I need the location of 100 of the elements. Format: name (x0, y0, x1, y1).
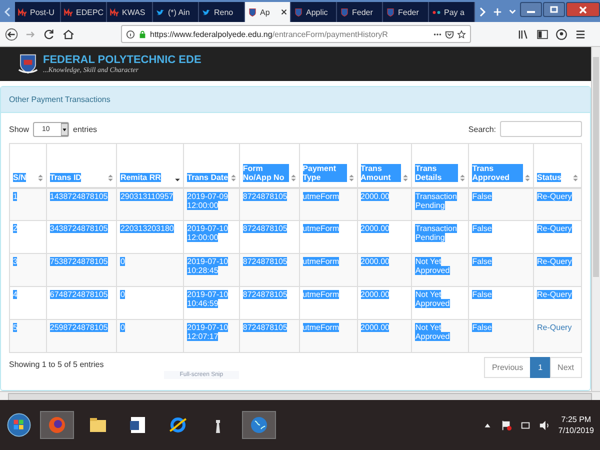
browser-tab[interactable]: Feder (337, 2, 383, 22)
column-header[interactable]: Payment Type (299, 144, 358, 188)
column-header[interactable]: Remita RR (116, 144, 184, 188)
column-header[interactable]: Trans Amount (357, 144, 412, 188)
dropdown-arrow-icon[interactable] (61, 122, 68, 136)
browser-tab[interactable]: KWAS (107, 2, 153, 22)
table-cell: 7538724878105 (46, 254, 117, 286)
browser-tab[interactable]: Reno (199, 2, 245, 22)
table-cell: 2598724878105 (46, 320, 117, 352)
flag-icon[interactable] (501, 420, 512, 430)
close-icon[interactable] (578, 6, 588, 14)
table-cell: 8724878105 (239, 220, 300, 254)
table-cell: Not Yet Approved (412, 254, 469, 286)
table-cell: utmeForm (299, 286, 358, 320)
table-cell: Not Yet Approved (412, 320, 469, 352)
restore-icon[interactable] (549, 6, 559, 14)
star-icon[interactable] (457, 30, 466, 38)
my-logo-icon (64, 8, 73, 16)
horizontal-scrollbar[interactable] (0, 391, 600, 400)
table-cell: 290313110957 (116, 188, 184, 220)
table-cell: utmeForm (299, 320, 358, 352)
bird-icon (156, 8, 165, 16)
table-cell: Transaction Pending (412, 188, 469, 220)
browser-tab[interactable]: Post-U (15, 2, 61, 22)
site-title: FEDERAL POLYTECHNIC EDE (43, 54, 202, 66)
table-cell: 220313203180 (116, 220, 184, 254)
table-cell: 2019-07-10 10:46:59 (184, 286, 240, 320)
table-cell: 8724878105 (239, 188, 300, 220)
entries-label: entries (73, 124, 98, 134)
table-cell: 8724878105 (239, 320, 300, 352)
column-header[interactable]: Trans Date (184, 144, 240, 188)
clock-date: 7/10/2019 (558, 426, 594, 435)
pagination-button[interactable]: 1 (530, 357, 551, 378)
reload-icon[interactable] (43, 28, 56, 40)
pagination-button[interactable]: Previous (484, 357, 532, 378)
re-query-link[interactable]: Re-Query (534, 286, 582, 320)
search-label: Search: (468, 124, 496, 134)
tab-scroll-right-icon[interactable] (478, 7, 487, 17)
table-cell: utmeForm (299, 254, 358, 286)
start-button[interactable] (6, 412, 32, 438)
vertical-scrollbar[interactable] (591, 47, 600, 391)
table-cell: 3438724878105 (46, 220, 117, 254)
crest-icon (248, 8, 257, 16)
address-bar[interactable]: https://www.federalpolyede.edu.ng/entranceForm/paymentHistoryR (121, 25, 471, 43)
my-logo-icon (18, 8, 27, 16)
table-cell: Not Yet Approved (412, 286, 469, 320)
table-cell: 0 (116, 254, 184, 286)
browser-tab[interactable]: Ap (245, 2, 291, 22)
back-icon[interactable] (5, 28, 18, 40)
browser-tab[interactable]: Feder (383, 2, 429, 22)
column-header[interactable]: Trans ID (46, 144, 117, 188)
pocket-icon[interactable] (445, 30, 454, 38)
re-query-link[interactable]: Re-Query (534, 188, 582, 220)
table-cell: 2000.00 (357, 188, 412, 220)
table-cell: 2000.00 (357, 254, 412, 286)
table-cell: False (468, 320, 534, 352)
speaker-icon[interactable] (539, 420, 550, 430)
show-label: Show (9, 124, 30, 134)
browser-tab[interactable]: EDEPC (61, 2, 107, 22)
table-cell: 3 (10, 254, 46, 286)
column-header[interactable]: Trans Approved (468, 144, 534, 188)
browser-tab[interactable]: Pay a (429, 2, 475, 22)
search-field[interactable] (500, 121, 582, 137)
re-query-link[interactable]: Re-Query (534, 220, 582, 254)
network-icon[interactable] (520, 420, 532, 430)
tab-scroll-left-icon[interactable] (3, 7, 12, 17)
column-header[interactable]: Form No/App No (239, 144, 300, 188)
info-icon (126, 30, 135, 38)
pagination-button[interactable]: Next (550, 357, 582, 378)
table-cell: False (468, 188, 534, 220)
home-icon[interactable] (62, 28, 75, 40)
table-cell: 0 (116, 320, 184, 352)
table-cell: 1 (10, 188, 46, 220)
clock-time: 7:25 PM (561, 415, 592, 424)
crest-icon (294, 8, 303, 16)
sidebar-icon[interactable] (536, 28, 549, 40)
table-cell: 2019-07-09 12:00:00 (184, 188, 240, 220)
re-query-link[interactable]: Re-Query (534, 320, 582, 352)
re-query-link[interactable]: Re-Query (534, 254, 582, 286)
bird-icon (202, 8, 211, 16)
lock-icon (138, 30, 147, 38)
close-tab-icon[interactable] (281, 9, 287, 15)
new-tab-icon[interactable] (493, 7, 502, 17)
table-cell: 2019-07-10 10:28:45 (184, 254, 240, 286)
table-cell: 8724878105 (239, 254, 300, 286)
entries-info: Showing 1 to 5 of 5 entries (9, 359, 104, 369)
table-cell: 2019-07-10 12:07:17 (184, 320, 240, 352)
column-header[interactable]: Trans Details (412, 144, 469, 188)
browser-tab[interactable]: (*) Ain (153, 2, 199, 22)
column-header[interactable]: Status (534, 144, 582, 188)
column-header[interactable]: S/N (10, 144, 46, 188)
crest-icon (340, 8, 349, 16)
account-icon[interactable] (555, 28, 568, 40)
panel-heading: Other Payment Transactions (1, 87, 590, 113)
browser-tab[interactable]: Applic (291, 2, 337, 22)
my-logo-icon (110, 8, 119, 16)
table-cell: utmeForm (299, 188, 358, 220)
menu-icon[interactable] (574, 28, 587, 40)
library-icon[interactable] (517, 28, 530, 40)
table-cell: 1438724878105 (46, 188, 117, 220)
